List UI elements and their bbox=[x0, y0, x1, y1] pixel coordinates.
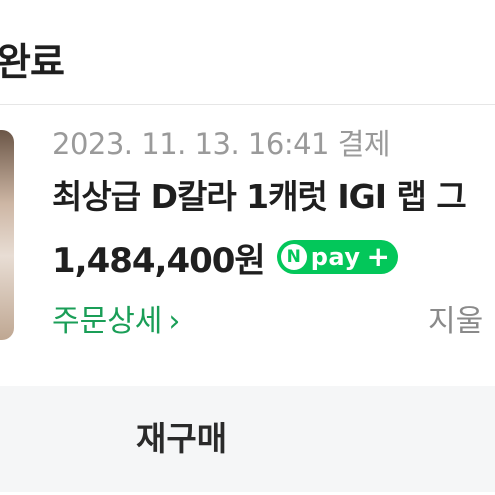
npay-n-icon: N bbox=[280, 244, 307, 270]
price-row: 1,484,400원 N pay + bbox=[52, 232, 398, 282]
product-title[interactable]: 최상급 D칼라 1캐럿 IGI 랩 그 bbox=[52, 174, 467, 220]
order-history-page: 완료 2023. 11. 13. 16:41 결제 최상급 D칼라 1캐럿 IG… bbox=[0, 0, 495, 495]
npay-plus-badge: N pay + bbox=[276, 240, 398, 274]
order-detail-link[interactable]: 주문상세 › bbox=[52, 300, 180, 344]
payment-status: 결제 bbox=[337, 127, 391, 161]
delete-order-link[interactable]: 지울 bbox=[428, 300, 483, 344]
product-thumbnail[interactable] bbox=[0, 130, 14, 340]
chevron-right-icon: › bbox=[168, 304, 181, 339]
section-divider bbox=[0, 104, 495, 105]
plus-icon: + bbox=[366, 240, 390, 273]
rebuy-button-label: 재구매 bbox=[136, 420, 228, 457]
order-status-heading: 완료 bbox=[0, 40, 65, 84]
npay-text: pay bbox=[310, 243, 361, 271]
order-detail-label: 주문상세 bbox=[52, 304, 163, 339]
order-date-line: 2023. 11. 13. 16:41 결제 bbox=[52, 124, 391, 164]
rebuy-button[interactable]: 재구매 bbox=[0, 386, 495, 492]
product-price: 1,484,400원 bbox=[52, 240, 266, 281]
order-date: 2023. 11. 13. 16:41 bbox=[52, 127, 330, 161]
